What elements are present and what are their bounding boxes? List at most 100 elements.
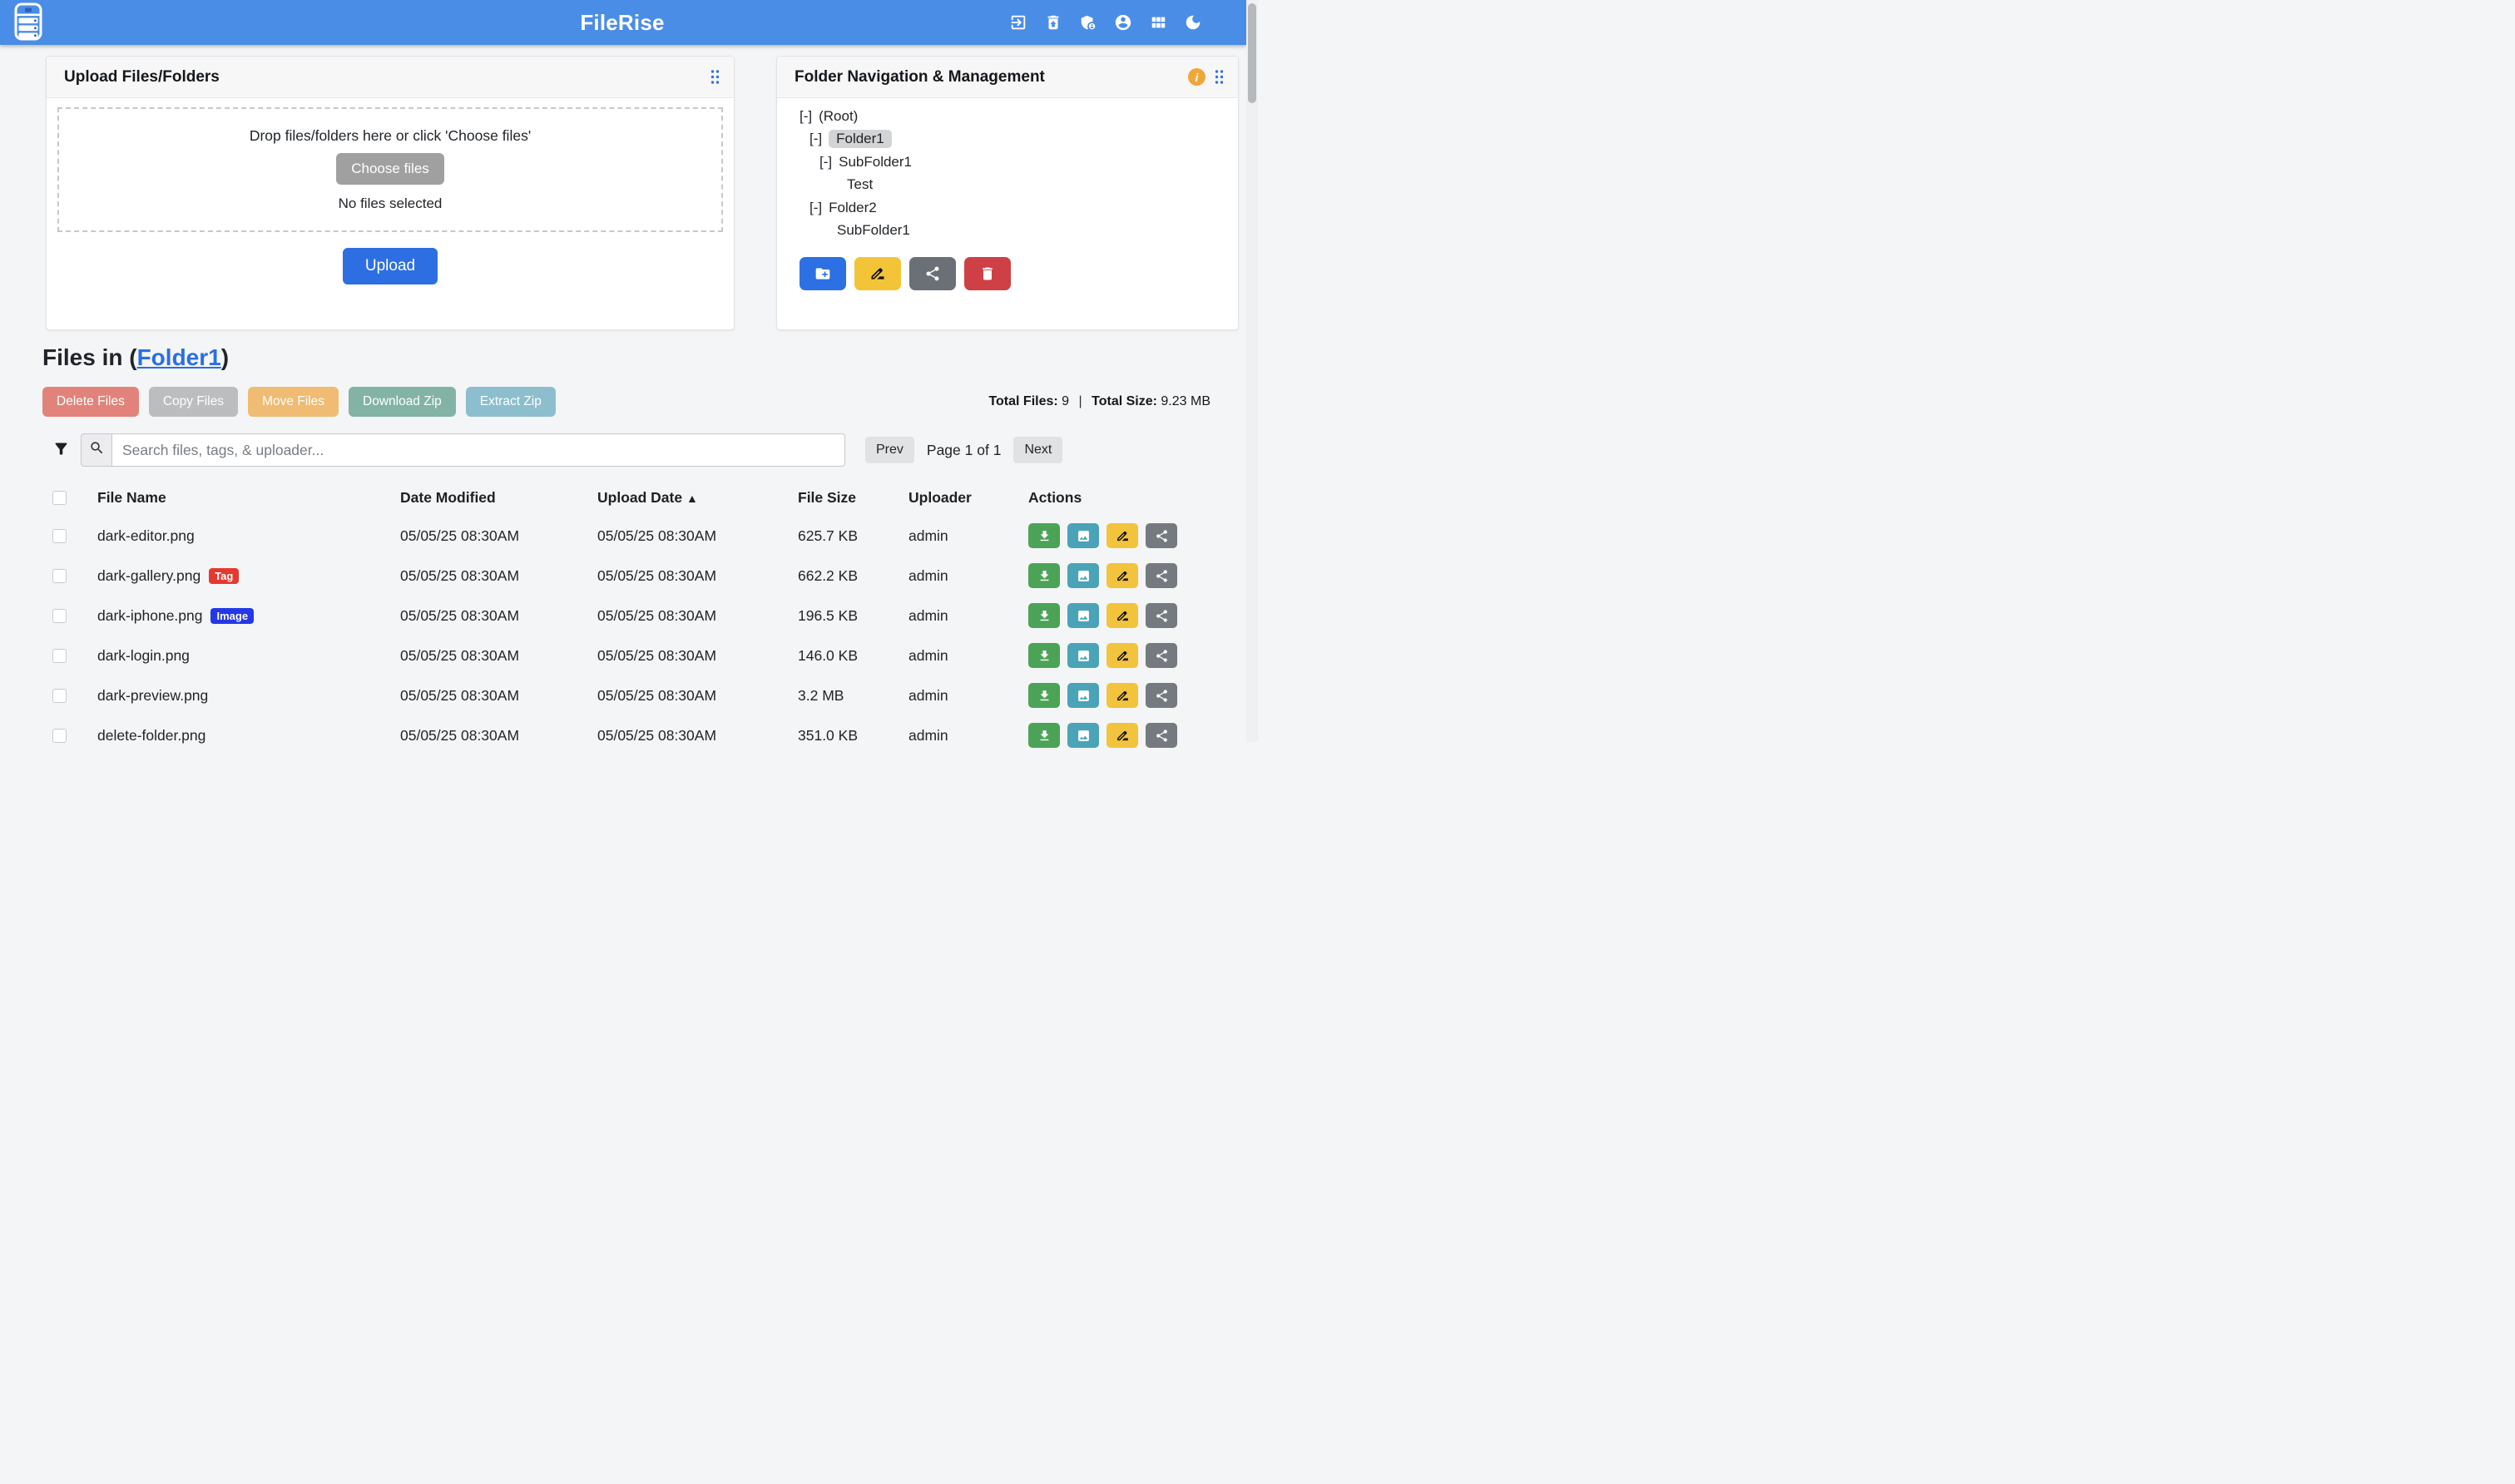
rename-folder-button[interactable] bbox=[854, 257, 901, 290]
current-folder-link[interactable]: Folder1 bbox=[137, 344, 221, 370]
share-folder-button[interactable] bbox=[909, 257, 956, 290]
filter-button[interactable] bbox=[52, 440, 70, 460]
preview-image-button[interactable] bbox=[1067, 723, 1099, 748]
share-file-button[interactable] bbox=[1146, 563, 1177, 588]
logout-button[interactable] bbox=[1008, 12, 1028, 32]
sort-asc-icon: ▲ bbox=[686, 492, 698, 505]
share-icon bbox=[1155, 569, 1169, 583]
preview-image-button[interactable] bbox=[1067, 523, 1099, 548]
preview-image-button[interactable] bbox=[1067, 603, 1099, 628]
rename-file-button[interactable] bbox=[1107, 723, 1138, 748]
scrollbar[interactable] bbox=[1246, 0, 1258, 742]
prev-page-button[interactable]: Prev bbox=[865, 437, 914, 463]
tree-item[interactable]: SubFolder1 bbox=[837, 220, 1238, 243]
column-header[interactable]: Date Modified bbox=[400, 489, 597, 507]
preview-image-button[interactable] bbox=[1067, 563, 1099, 588]
drag-handle-icon[interactable] bbox=[1213, 68, 1225, 86]
tree-item-label[interactable]: SubFolder1 bbox=[837, 222, 910, 239]
choose-files-button[interactable]: Choose files bbox=[336, 153, 444, 185]
copy-files-button[interactable]: Copy Files bbox=[149, 387, 238, 417]
row-checkbox[interactable] bbox=[52, 609, 67, 623]
file-name[interactable]: dark-editor.png bbox=[97, 527, 195, 545]
share-file-button[interactable] bbox=[1146, 683, 1177, 708]
download-file-button[interactable] bbox=[1028, 643, 1060, 668]
share-file-button[interactable] bbox=[1146, 723, 1177, 748]
admin-panel-button[interactable] bbox=[1078, 12, 1098, 32]
column-header[interactable]: File Name bbox=[97, 489, 400, 507]
trash-restore-button[interactable] bbox=[1043, 12, 1063, 32]
column-header[interactable]: Upload Date ▲ bbox=[597, 489, 798, 507]
rename-file-button[interactable] bbox=[1107, 563, 1138, 588]
download-file-button[interactable] bbox=[1028, 603, 1060, 628]
tree-item[interactable]: [-] SubFolder1 bbox=[819, 151, 1238, 174]
file-name[interactable]: dark-gallery.png bbox=[97, 567, 201, 585]
download-zip-button[interactable]: Download Zip bbox=[349, 387, 456, 417]
search-addon bbox=[81, 433, 111, 467]
download-file-button[interactable] bbox=[1028, 563, 1060, 588]
view-grid-button[interactable] bbox=[1148, 12, 1168, 32]
rename-file-button[interactable] bbox=[1107, 643, 1138, 668]
row-checkbox[interactable] bbox=[52, 529, 67, 543]
share-file-button[interactable] bbox=[1146, 643, 1177, 668]
select-all-checkbox[interactable] bbox=[52, 491, 67, 505]
menu-button[interactable] bbox=[14, 3, 42, 42]
share-icon bbox=[1155, 689, 1169, 703]
share-file-button[interactable] bbox=[1146, 603, 1177, 628]
table-row: dark-iphone.pngImage05/05/25 08:30AM05/0… bbox=[46, 596, 1210, 636]
drag-handle-icon[interactable] bbox=[709, 68, 721, 86]
next-page-button[interactable]: Next bbox=[1013, 437, 1062, 463]
column-header[interactable]: File Size bbox=[798, 489, 908, 507]
dark-mode-toggle[interactable] bbox=[1183, 12, 1203, 32]
tree-toggle[interactable]: [-] bbox=[809, 131, 822, 147]
preview-image-button[interactable] bbox=[1067, 643, 1099, 668]
file-name[interactable]: dark-iphone.png bbox=[97, 607, 202, 625]
totals-summary: Total Files: 9 | Total Size: 9.23 MB bbox=[988, 394, 1210, 409]
tree-item-label[interactable]: Folder1 bbox=[829, 130, 892, 148]
rename-file-button[interactable] bbox=[1107, 523, 1138, 548]
files-heading-suffix: ) bbox=[221, 344, 229, 370]
create-folder-button[interactable] bbox=[800, 257, 846, 290]
download-file-button[interactable] bbox=[1028, 683, 1060, 708]
tree-item[interactable]: [-] (Root) bbox=[800, 105, 1238, 128]
column-header[interactable]: Actions bbox=[1028, 489, 1210, 507]
file-name[interactable]: delete-folder.png bbox=[97, 727, 205, 744]
tree-toggle[interactable]: [-] bbox=[809, 200, 822, 216]
search-input[interactable] bbox=[111, 433, 845, 467]
info-icon[interactable]: i bbox=[1188, 68, 1206, 86]
date-modified: 05/05/25 08:30AM bbox=[400, 607, 597, 625]
scrollbar-thumb[interactable] bbox=[1248, 3, 1256, 103]
profile-button[interactable] bbox=[1113, 12, 1133, 32]
tree-toggle[interactable]: [-] bbox=[819, 154, 832, 171]
tree-item-label[interactable]: Folder2 bbox=[829, 200, 877, 216]
move-files-button[interactable]: Move Files bbox=[248, 387, 339, 417]
upload-dropzone[interactable]: Drop files/folders here or click 'Choose… bbox=[57, 107, 723, 232]
share-file-button[interactable] bbox=[1146, 523, 1177, 548]
date-modified: 05/05/25 08:30AM bbox=[400, 527, 597, 545]
tree-item-label[interactable]: SubFolder1 bbox=[839, 154, 912, 171]
tree-item[interactable]: Test bbox=[847, 174, 1238, 197]
download-icon bbox=[1037, 689, 1052, 703]
tree-item[interactable]: [-] Folder2 bbox=[809, 196, 1238, 220]
file-name[interactable]: dark-login.png bbox=[97, 647, 190, 665]
column-header[interactable]: Uploader bbox=[908, 489, 1028, 507]
row-checkbox[interactable] bbox=[52, 569, 67, 583]
download-file-button[interactable] bbox=[1028, 523, 1060, 548]
file-name[interactable]: dark-preview.png bbox=[97, 687, 208, 705]
image-icon bbox=[1077, 649, 1091, 663]
delete-folder-button[interactable] bbox=[964, 257, 1011, 290]
tree-item-label[interactable]: Test bbox=[847, 176, 873, 193]
dropzone-text: Drop files/folders here or click 'Choose… bbox=[250, 127, 531, 145]
tree-toggle[interactable]: [-] bbox=[800, 108, 812, 125]
extract-zip-button[interactable]: Extract Zip bbox=[466, 387, 556, 417]
row-checkbox[interactable] bbox=[52, 729, 67, 743]
upload-button[interactable]: Upload bbox=[343, 248, 438, 284]
delete-files-button[interactable]: Delete Files bbox=[42, 387, 139, 417]
rename-file-button[interactable] bbox=[1107, 683, 1138, 708]
row-checkbox[interactable] bbox=[52, 649, 67, 663]
preview-image-button[interactable] bbox=[1067, 683, 1099, 708]
tree-item-label[interactable]: (Root) bbox=[819, 108, 858, 125]
tree-item[interactable]: [-] Folder1 bbox=[809, 128, 1238, 151]
row-checkbox[interactable] bbox=[52, 689, 67, 703]
rename-file-button[interactable] bbox=[1107, 603, 1138, 628]
download-file-button[interactable] bbox=[1028, 723, 1060, 748]
